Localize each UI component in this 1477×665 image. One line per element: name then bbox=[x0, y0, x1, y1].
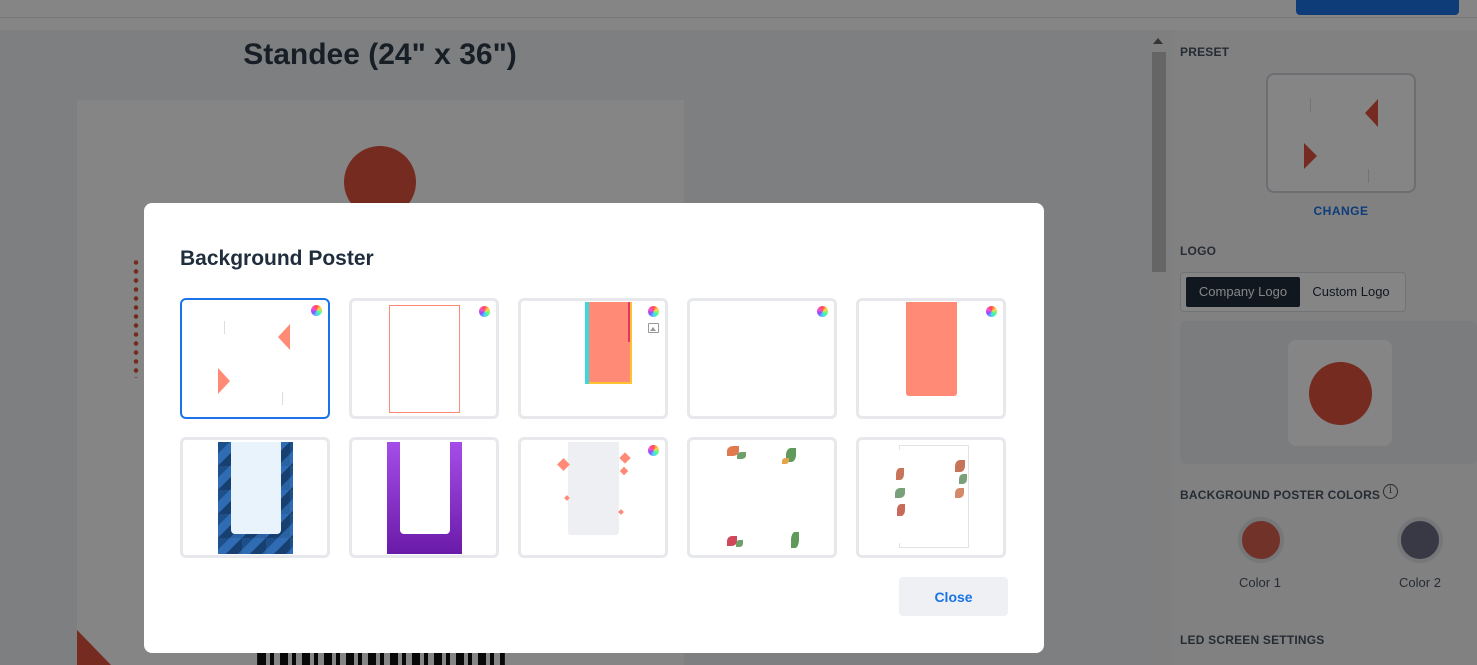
color-palette-icon bbox=[648, 306, 659, 317]
poster-option[interactable] bbox=[180, 298, 330, 419]
color-palette-icon bbox=[817, 306, 828, 317]
poster-option[interactable] bbox=[180, 437, 330, 558]
color-palette-icon bbox=[479, 306, 490, 317]
poster-option[interactable] bbox=[856, 298, 1006, 419]
poster-option[interactable] bbox=[856, 437, 1006, 558]
poster-option[interactable] bbox=[349, 298, 499, 419]
color-palette-icon bbox=[986, 306, 997, 317]
image-icon bbox=[648, 323, 659, 333]
poster-option[interactable] bbox=[518, 298, 668, 419]
modal-title: Background Poster bbox=[180, 247, 374, 270]
poster-option[interactable] bbox=[687, 437, 837, 558]
color-palette-icon bbox=[311, 305, 322, 316]
close-button[interactable]: Close bbox=[899, 577, 1008, 616]
color-palette-icon bbox=[648, 445, 659, 456]
poster-option[interactable] bbox=[518, 437, 668, 558]
background-poster-modal: Background Poster Close bbox=[144, 203, 1044, 653]
poster-option[interactable] bbox=[349, 437, 499, 558]
poster-option[interactable] bbox=[687, 298, 837, 419]
